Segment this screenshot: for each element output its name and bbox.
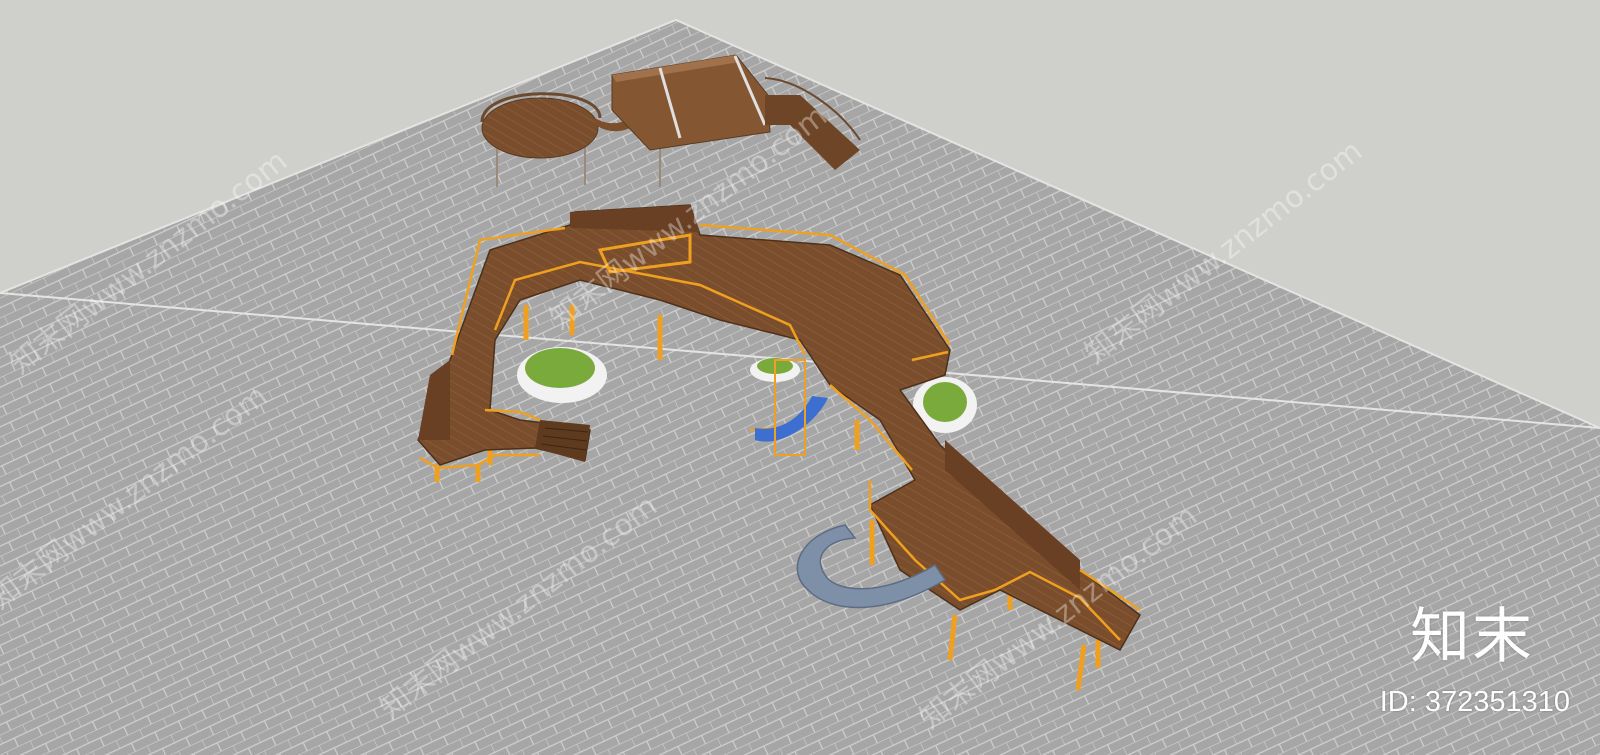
model-id: ID: 372351310 [1379, 686, 1570, 718]
brand-logo: 知末 [1410, 602, 1534, 672]
model-render: 知末网www.znzmo.com 知末网www.znzmo.com 知末网www… [0, 18, 1600, 755]
